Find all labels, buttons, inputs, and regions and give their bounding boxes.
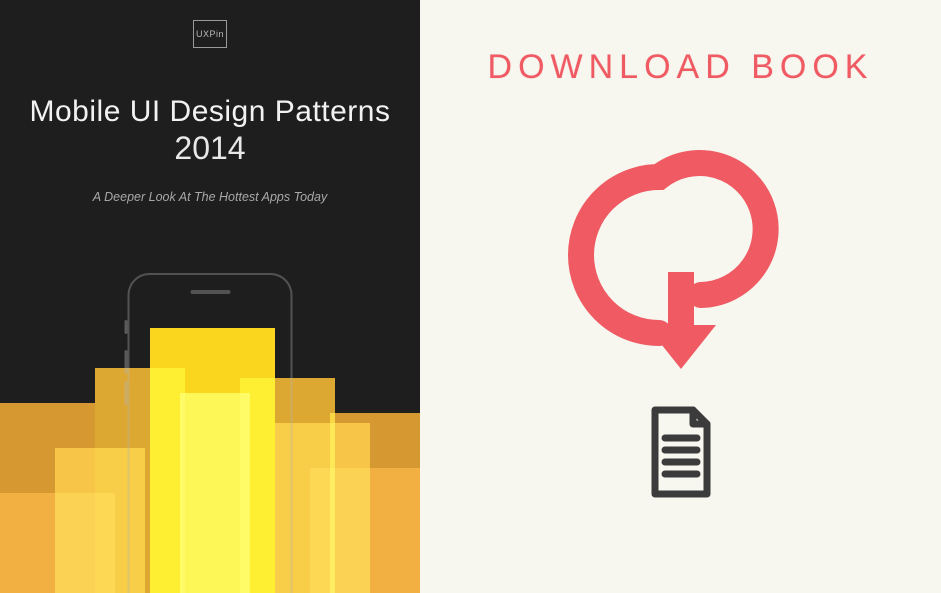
document-icon (645, 406, 717, 498)
download-heading: DOWNLOAD BOOK (488, 48, 874, 87)
brand-logo: UXPin (193, 20, 227, 48)
phone-outline-icon (128, 273, 293, 593)
document-download-button[interactable] (645, 406, 717, 503)
brand-label: UXPin (196, 29, 224, 39)
cover-year: 2014 (0, 130, 420, 167)
cloud-download-icon (551, 107, 811, 377)
book-cover: UXPin Mobile UI Design Patterns 2014 A D… (0, 0, 420, 593)
download-panel: DOWNLOAD BOOK (420, 0, 941, 593)
cloud-download-button[interactable] (551, 107, 811, 382)
cover-subtitle: A Deeper Look At The Hottest Apps Today (0, 190, 420, 204)
cover-title: Mobile UI Design Patterns (0, 95, 420, 129)
